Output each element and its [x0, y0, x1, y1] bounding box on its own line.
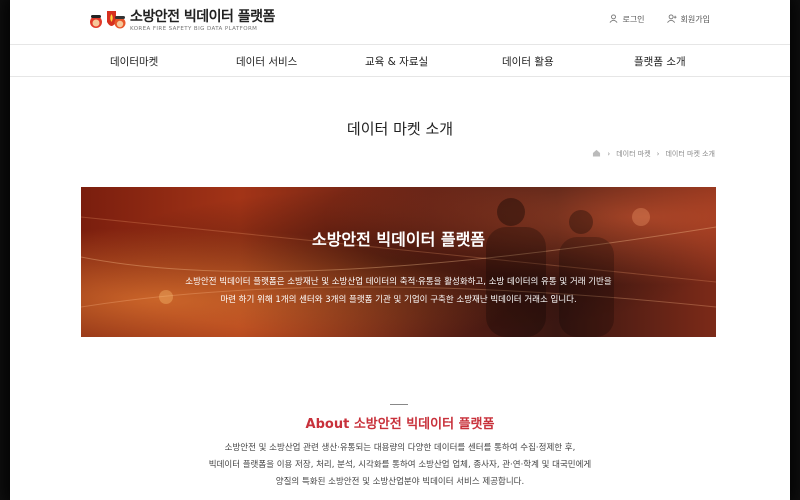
- site-logo[interactable]: 소방안전 빅데이터 플랫폼 KOREA FIRE SAFETY BIG DATA…: [88, 4, 275, 38]
- breadcrumb-item[interactable]: 데이터 마켓: [616, 149, 650, 159]
- breadcrumb: › 데이터 마켓 › 데이터 마켓 소개: [592, 149, 715, 159]
- main-navigation: 데이터마켓 데이터 서비스 교육 & 자료실 데이터 활용 플랫폼 소개: [10, 45, 790, 77]
- nav-item-education[interactable]: 교육 & 자료실: [365, 54, 428, 69]
- breadcrumb-separator: ›: [656, 150, 660, 158]
- login-label: 로그인: [622, 15, 645, 24]
- nav-item-platform-intro[interactable]: 플랫폼 소개: [634, 54, 686, 69]
- about-description: 소방안전 및 소방산업 관련 생산·유통되는 대용량의 다양한 데이터를 센터를…: [10, 440, 790, 491]
- nav-item-data-usage[interactable]: 데이터 활용: [502, 54, 554, 69]
- hero-description: 소방안전 빅데이터 플랫폼은 소방재난 및 소방산업 데이터의 축적·유통을 활…: [81, 273, 716, 309]
- nav-item-data-service[interactable]: 데이터 서비스: [236, 54, 297, 69]
- hero-title: 소방안전 빅데이터 플랫폼: [311, 230, 486, 249]
- signup-link[interactable]: 회원가입: [666, 14, 710, 25]
- hero-background-image: [81, 198, 716, 337]
- page-title: 데이터 마켓 소개: [346, 120, 454, 138]
- about-line: 소방안전 및 소방산업 관련 생산·유통되는 대용량의 다양한 데이터를 센터를…: [224, 443, 576, 453]
- top-header: 소방안전 빅데이터 플랫폼 KOREA FIRE SAFETY BIG DATA…: [10, 0, 790, 45]
- add-user-icon: [666, 14, 677, 25]
- firefighter-mascot-icon: [88, 8, 126, 34]
- logo-title: 소방안전 빅데이터 플랫폼: [130, 9, 275, 25]
- hero-banner: 소방안전 빅데이터 플랫폼 소방안전 빅데이터 플랫폼은 소방재난 및 소방산업…: [81, 187, 716, 337]
- nav-item-data-market[interactable]: 데이터마켓: [110, 54, 158, 69]
- breadcrumb-separator: ›: [607, 150, 611, 158]
- section-divider: [390, 404, 408, 405]
- logo-subtitle: KOREA FIRE SAFETY BIG DATA PLATFORM: [130, 26, 258, 32]
- about-line: 빅데이터 플랫폼을 이용 저장, 처리, 분석, 시각화를 통하여 소방산업 업…: [208, 460, 592, 470]
- signup-label: 회원가입: [680, 15, 710, 24]
- browser-viewport: 소방안전 빅데이터 플랫폼 KOREA FIRE SAFETY BIG DATA…: [10, 0, 790, 500]
- hero-description-line: 마련 하기 위해 1개의 센터와 3개의 플랫폼 기관 및 기업이 구축한 소방…: [220, 295, 577, 305]
- about-line: 양질의 특화된 소방안전 및 소방산업분야 빅데이터 서비스 제공합니다.: [275, 477, 525, 487]
- user-icon: [609, 14, 618, 25]
- hero-description-line: 소방안전 빅데이터 플랫폼은 소방재난 및 소방산업 데이터의 축적·유통을 활…: [185, 277, 612, 287]
- auth-links: 로그인 회원가입: [609, 14, 710, 25]
- about-title: About 소방안전 빅데이터 플랫폼: [305, 417, 495, 432]
- login-link[interactable]: 로그인: [609, 14, 645, 25]
- home-icon[interactable]: [592, 149, 601, 159]
- breadcrumb-item-current: 데이터 마켓 소개: [665, 150, 715, 158]
